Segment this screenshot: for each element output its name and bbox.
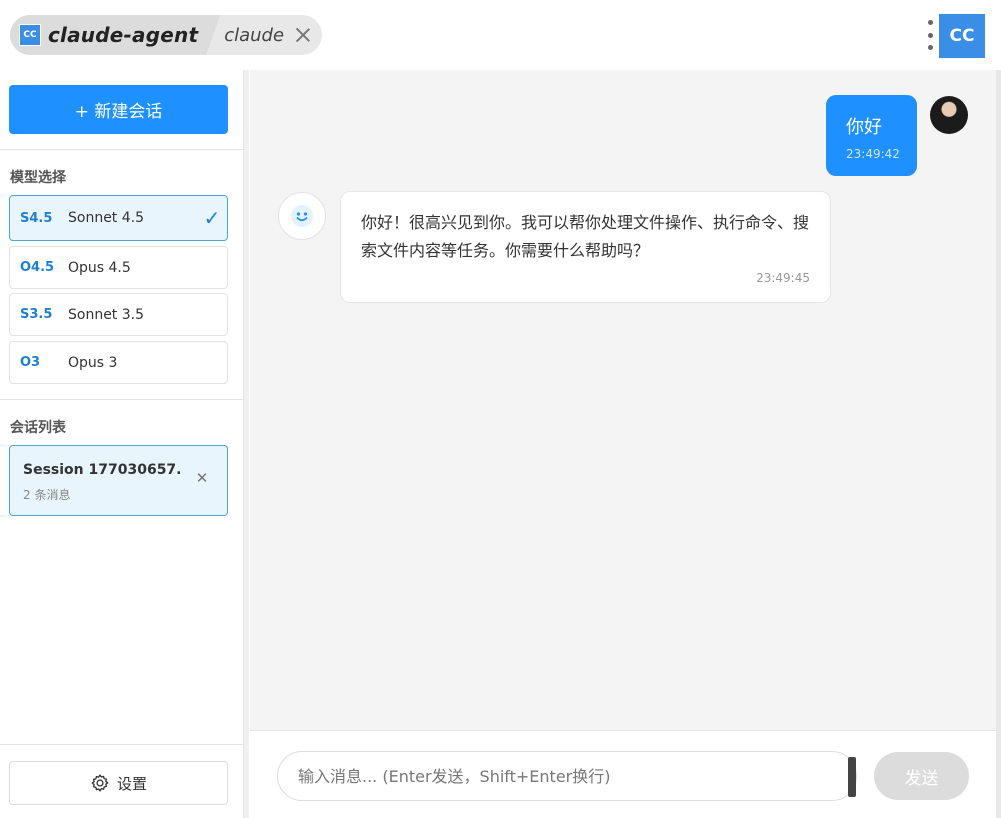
assistant-avatar [278,192,326,240]
gear-icon [91,774,109,792]
message-input[interactable] [277,751,857,801]
model-badge: S4.5 [20,210,53,226]
model-name: Opus 4.5 [68,259,131,276]
user-badge[interactable]: CC [939,14,985,58]
model-name: Opus 3 [68,354,118,371]
send-button[interactable]: 发送 [874,752,969,800]
model-badge: S3.5 [20,307,53,322]
model-option-opus-3[interactable]: O3 Opus 3 [9,341,228,384]
window-edge [996,70,1001,818]
settings-button[interactable]: 设置 [9,761,228,805]
divider [0,149,244,150]
tab-claude-agent[interactable]: CC claude-agent [10,15,220,55]
message-text: 你好！很高兴见到你。我可以帮你处理文件操作、执行命令、搜索文件内容等任务。你需要… [361,213,810,260]
check-icon: ✓ [203,206,221,230]
kebab-menu-icon[interactable] [925,20,935,50]
model-section-label: 模型选择 [10,170,66,186]
tab-claude[interactable]: claude [220,15,322,55]
session-message-count: 2 条消息 [23,488,71,502]
session-title: Session 177030657... [23,462,183,478]
user-message-bubble: 你好 23:49:42 [826,95,917,176]
divider [0,399,244,400]
tab-strip: CC claude-agent claude [10,15,323,55]
model-option-opus-4-5[interactable]: O4.5 Opus 4.5 [9,246,228,289]
model-option-sonnet-4-5[interactable]: S4.5 Sonnet 4.5 ✓ [9,195,228,241]
tab-title: claude-agent [48,23,199,47]
message-time: 23:49:42 [846,147,900,161]
model-name: Sonnet 4.5 [68,210,145,226]
top-bar: CC claude-agent claude CC [0,0,1001,70]
model-name: Sonnet 3.5 [68,306,145,323]
message-text: 你好 [846,117,882,138]
user-avatar [930,96,968,134]
close-icon[interactable]: ✕ [194,470,210,486]
message-time: 23:49:45 [756,271,810,285]
chat-area: 你好 23:49:42 你好！很高兴见到你。我可以帮你处理文件操作、执行命令、搜… [250,70,996,730]
resize-handle[interactable] [848,757,856,797]
app-logo-icon: CC [19,24,41,46]
sidebar-splitter[interactable] [244,70,249,818]
smile-icon [291,205,313,227]
sidebar: + 新建会话 模型选择 S4.5 Sonnet 4.5 ✓ O4.5 Opus … [0,70,244,818]
assistant-message-bubble: 你好！很高兴见到你。我可以帮你处理文件操作、执行命令、搜索文件内容等任务。你需要… [340,191,831,303]
settings-label: 设置 [116,774,147,793]
model-option-sonnet-3-5[interactable]: S3.5 Sonnet 3.5 [9,293,228,336]
model-badge: O3 [20,355,41,370]
close-icon[interactable] [294,26,312,44]
model-badge: O4.5 [20,260,55,275]
session-section-label: 会话列表 [10,420,66,436]
session-item[interactable]: Session 177030657... 2 条消息 ✕ [9,445,228,516]
new-chat-button[interactable]: + 新建会话 [9,85,228,134]
tab-label: claude [224,24,285,46]
composer: 发送 [250,730,996,818]
divider [0,744,244,745]
